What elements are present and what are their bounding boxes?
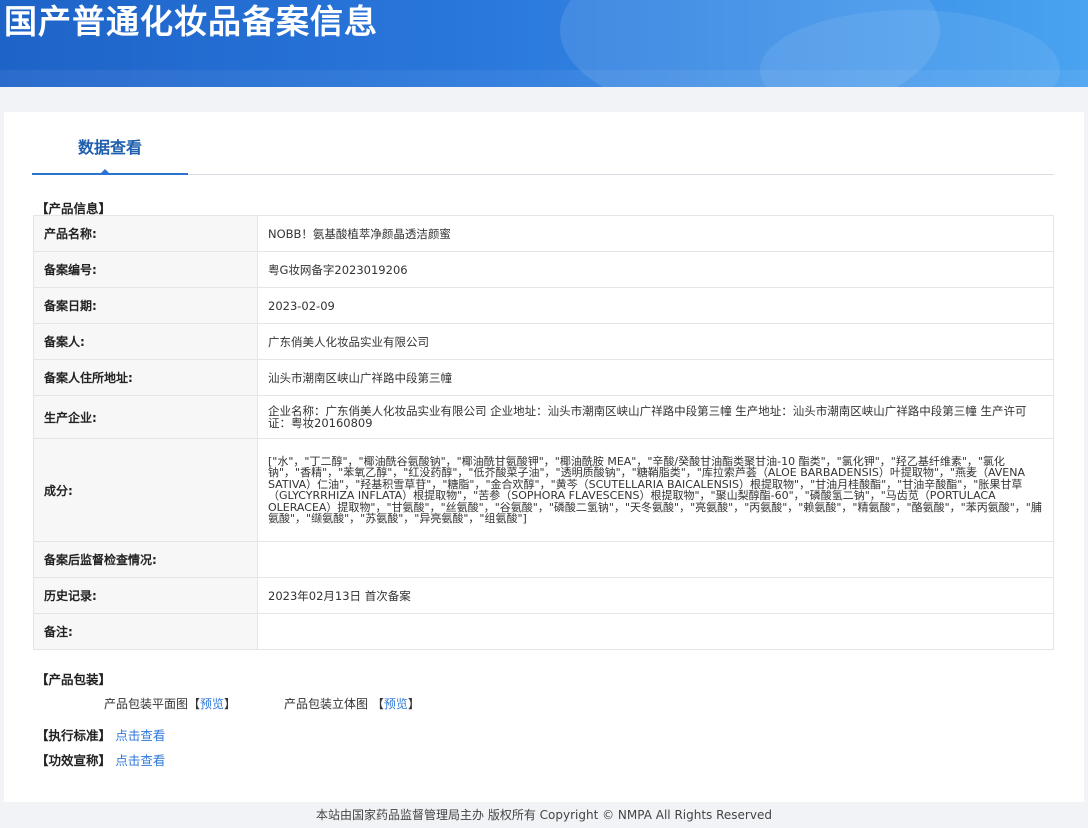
tab-bar: 数据查看 <box>32 134 1054 175</box>
product-info-table: 产品名称: NOBB！氨基酸植萃净颜晶透洁颜蜜 备案编号: 粤G妆网备字2023… <box>33 215 1054 650</box>
table-row: 生产企业: 企业名称：广东俏美人化妆品实业有限公司 企业地址：汕头市潮南区峡山广… <box>33 395 1054 439</box>
tab-label: 数据查看 <box>77 138 142 157</box>
efficacy-view-link[interactable]: 点击查看 <box>115 753 165 768</box>
efficacy-row: 【功效宣称】 点击查看 <box>36 750 165 769</box>
table-row: 备案人住所地址: 汕头市潮南区峡山广祥路中段第三幢 <box>33 359 1054 396</box>
tab-data-view[interactable]: 数据查看 <box>32 134 188 175</box>
product-name-value: NOBB！氨基酸植萃净颜晶透洁颜蜜 <box>257 215 1054 252</box>
row-label: 备案后监督检查情况: <box>33 541 258 578</box>
table-row: 成分: ["水"，"丁二醇"，"椰油酰谷氨酸钠"，"椰油酰甘氨酸钾"，"椰油酰胺… <box>33 438 1054 542</box>
filer-address-value: 汕头市潮南区峡山广祥路中段第三幢 <box>257 359 1054 396</box>
page-title: 国产普通化妆品备案信息 <box>4 2 378 41</box>
ingredients-value: ["水"，"丁二醇"，"椰油酰谷氨酸钠"，"椰油酰甘氨酸钾"，"椰油酰胺 MEA… <box>257 438 1054 542</box>
history-value: 2023年02月13日 首次备案 <box>257 577 1054 614</box>
flat-preview-link[interactable]: 预览 <box>200 697 224 711</box>
packaging-solid-row: 产品包装立体图 【预览】 <box>284 695 420 712</box>
bracket: 】 <box>407 697 420 711</box>
bracket: 【 <box>371 697 384 711</box>
standard-view-link[interactable]: 点击查看 <box>115 728 165 743</box>
header-banner: 国产普通化妆品备案信息 <box>0 0 1088 87</box>
filer-value: 广东俏美人化妆品实业有限公司 <box>257 323 1054 360</box>
row-label: 备案人住所地址: <box>33 359 258 396</box>
row-label: 备案日期: <box>33 287 258 324</box>
packaging-title: 【产品包装】 <box>36 672 112 687</box>
row-label: 备案人: <box>33 323 258 360</box>
table-row: 历史记录: 2023年02月13日 首次备案 <box>33 577 1054 614</box>
manufacturer-value: 企业名称：广东俏美人化妆品实业有限公司 企业地址：汕头市潮南区峡山广祥路中段第三… <box>257 395 1054 439</box>
bracket: 】 <box>224 697 237 711</box>
row-label: 历史记录: <box>33 577 258 614</box>
bracket: 【 <box>188 697 201 711</box>
table-row: 产品名称: NOBB！氨基酸植萃净颜晶透洁颜蜜 <box>33 215 1054 252</box>
packaging-flat-row: 产品包装平面图【预览】 <box>104 695 236 712</box>
row-label: 成分: <box>33 438 258 542</box>
row-label: 产品名称: <box>33 215 258 252</box>
table-row: 备注: <box>33 613 1054 650</box>
efficacy-label: 【功效宣称】 <box>36 753 112 768</box>
footer-copyright: 本站由国家药品监督管理局主办 版权所有 Copyright © NMPA All… <box>316 808 772 822</box>
banner-decoration <box>0 70 1088 87</box>
packaging-solid-label: 产品包装立体图 <box>284 697 369 711</box>
inspection-value <box>257 541 1054 578</box>
table-row: 备案人: 广东俏美人化妆品实业有限公司 <box>33 323 1054 360</box>
content-card: 数据查看 【产品信息】 产品名称: NOBB！氨基酸植萃净颜晶透洁颜蜜 备案编号… <box>4 112 1084 802</box>
standard-label: 【执行标准】 <box>36 728 112 743</box>
table-row: 备案后监督检查情况: <box>33 541 1054 578</box>
filing-number-value: 粤G妆网备字2023019206 <box>257 251 1054 288</box>
solid-preview-link[interactable]: 预览 <box>384 697 408 711</box>
row-label: 备案编号: <box>33 251 258 288</box>
packaging-flat-label: 产品包装平面图 <box>104 697 189 711</box>
tab-active-indicator <box>99 169 111 175</box>
row-label: 生产企业: <box>33 395 258 439</box>
table-row: 备案日期: 2023-02-09 <box>33 287 1054 324</box>
remarks-value <box>257 613 1054 650</box>
standard-row: 【执行标准】 点击查看 <box>36 725 165 744</box>
filing-date-value: 2023-02-09 <box>257 287 1054 324</box>
table-row: 备案编号: 粤G妆网备字2023019206 <box>33 251 1054 288</box>
row-label: 备注: <box>33 613 258 650</box>
